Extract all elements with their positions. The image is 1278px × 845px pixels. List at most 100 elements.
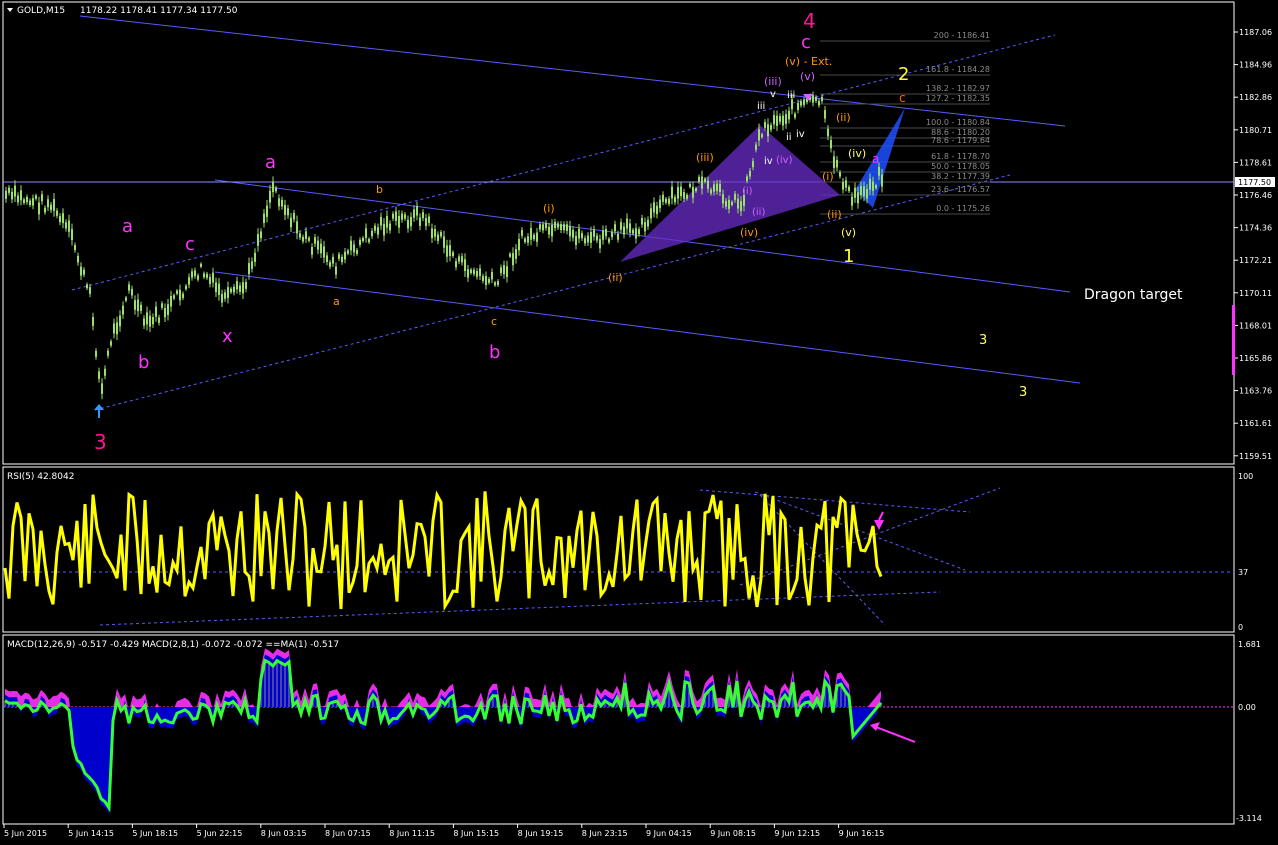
price-tick-label: 1168.01 bbox=[1239, 321, 1272, 330]
price-tick-label: 1172.21 bbox=[1239, 256, 1272, 265]
dragon-target-label: Dragon target bbox=[1084, 287, 1183, 303]
fib-level-label: 0.0 - 1175.26 bbox=[936, 204, 990, 213]
mt4-chart-window[interactable]: GOLD,M15 1178.22 1178.41 1177.34 1177.50… bbox=[0, 0, 1278, 841]
iv1-label: (iv) bbox=[740, 226, 758, 239]
time-axis: 5 Jun 2015 5 Jun 14:15 5 Jun 18:15 5 Jun 22… bbox=[3, 824, 885, 838]
price-tick-label: 1178.61 bbox=[1239, 158, 1272, 167]
macd-signal-area bbox=[5, 648, 881, 796]
wave-3-low-label: 3 bbox=[94, 430, 107, 454]
purple-harmonic-triangle bbox=[620, 125, 840, 262]
small-a-label: a bbox=[333, 295, 340, 308]
a-blue-label: a bbox=[872, 152, 879, 166]
time-tick-label: 9 Jun 04:15 bbox=[646, 829, 692, 838]
macd-arrow-icon bbox=[870, 722, 880, 731]
wave-4-label: 4 bbox=[803, 9, 816, 33]
fib-level-label: 38.2 - 1177.39 bbox=[931, 172, 990, 181]
wave-c-top-label: c bbox=[801, 32, 811, 53]
wave-1-label: 1 bbox=[843, 246, 854, 267]
fib-level-label: 61.8 - 1178.70 bbox=[931, 152, 990, 161]
i2-label: (i) bbox=[822, 170, 834, 183]
price-tick-label: 1180.71 bbox=[1239, 126, 1272, 135]
macd-panel[interactable] bbox=[2, 634, 1235, 825]
menu-triangle-icon[interactable] bbox=[7, 8, 13, 12]
fib-level-label: 127.2 - 1182.35 bbox=[926, 94, 990, 103]
symbol-label: GOLD,M15 bbox=[17, 6, 65, 16]
time-tick-label: 8 Jun 15:15 bbox=[453, 829, 499, 838]
price-tick-label: 1182.86 bbox=[1239, 93, 1272, 102]
wave-c1-label: c bbox=[185, 234, 195, 255]
ii-r-label: ii bbox=[786, 132, 792, 143]
fib-level-label: 50.0 - 1178.05 bbox=[931, 162, 990, 171]
price-tick-label: 1163.76 bbox=[1239, 387, 1272, 396]
fib-level-label: 200 - 1186.41 bbox=[934, 31, 990, 40]
ii-small-label: (ii) bbox=[752, 207, 765, 218]
time-tick-label: 9 Jun 12:15 bbox=[774, 829, 820, 838]
rsi-axis-100: 100 bbox=[1238, 472, 1253, 481]
wave-a1-label: a bbox=[122, 216, 133, 237]
time-tick-label: 8 Jun 11:15 bbox=[389, 829, 435, 838]
iv-small-label: iv bbox=[764, 156, 773, 167]
time-tick-label: 8 Jun 23:15 bbox=[582, 829, 628, 838]
macd-axis-zero: 0.00 bbox=[1238, 703, 1256, 712]
fib-level-label: 138.2 - 1182.97 bbox=[926, 84, 990, 93]
v1-label: (v) bbox=[841, 226, 856, 239]
rsi-title: RSI(5) 42.8042 bbox=[7, 472, 74, 482]
price-tick-label: 1174.36 bbox=[1239, 224, 1272, 233]
iii-small-label: iii bbox=[757, 101, 765, 112]
rsi-axis-37: 37 bbox=[1238, 568, 1248, 577]
price-tick-label: 1170.11 bbox=[1239, 289, 1272, 298]
fib-level-label: 161.8 - 1184.28 bbox=[926, 65, 990, 74]
time-tick-label: 5 Jun 14:15 bbox=[68, 829, 114, 838]
trend-channels bbox=[3, 15, 1234, 411]
time-tick-label: 9 Jun 08:15 bbox=[710, 829, 756, 838]
time-tick-label: 8 Jun 19:15 bbox=[518, 829, 564, 838]
wave-2-label: 2 bbox=[898, 64, 909, 85]
fib-level-label: 23.6 - 1176.57 bbox=[931, 185, 990, 194]
i-small-label: (i) bbox=[742, 186, 753, 197]
fib-level-label: 78.6 - 1179.64 bbox=[931, 136, 990, 145]
v-top-label: (v) bbox=[800, 70, 815, 83]
ohlc-readout: 1178.22 1178.41 1177.34 1177.50 bbox=[80, 6, 238, 16]
rsi-arrow-icon bbox=[874, 520, 884, 530]
scroll-marker[interactable] bbox=[1232, 305, 1235, 375]
rsi-line bbox=[3, 490, 883, 612]
iv2-label: (iv) bbox=[848, 147, 866, 160]
wave-b2-label: b bbox=[489, 342, 500, 363]
small-b-label: b bbox=[376, 183, 383, 196]
v-small-label: v bbox=[770, 89, 776, 100]
macd-title: MACD(12,26,9) -0.517 -0.429 MACD(2,8,1) … bbox=[7, 640, 339, 650]
ii2-label: (ii) bbox=[836, 111, 851, 124]
iii-top-label: (iii) bbox=[764, 75, 782, 88]
macd-area bbox=[5, 654, 881, 814]
iii1-label: (iii) bbox=[696, 151, 714, 164]
iii-r-label: iii bbox=[787, 90, 795, 101]
price-tick-label: 1161.61 bbox=[1239, 419, 1272, 428]
three-a-label: 3 bbox=[979, 333, 987, 348]
price-tick-label: 1176.46 bbox=[1239, 191, 1272, 200]
small-c-label: c bbox=[491, 315, 497, 328]
macd-axis-bottom: -3.114 bbox=[1236, 814, 1262, 823]
price-tick-label: 1159.51 bbox=[1239, 452, 1272, 461]
i1-label: (i) bbox=[543, 202, 555, 215]
rsi-axis-0: 0 bbox=[1238, 623, 1243, 632]
iv-purple-label: (iv) bbox=[776, 155, 793, 166]
wave-a2-label: a bbox=[265, 152, 276, 173]
ii1-label: (ii) bbox=[608, 271, 623, 284]
time-tick-label: 8 Jun 03:15 bbox=[261, 829, 307, 838]
time-tick-label: 5 Jun 2015 bbox=[4, 829, 47, 838]
price-axis: 1187.06 1184.96 1182.86 1180.71 1178.61 1176.… bbox=[1234, 28, 1272, 461]
current-price-label: 1177.50 bbox=[1238, 178, 1271, 187]
time-tick-label: 5 Jun 18:15 bbox=[132, 829, 178, 838]
time-tick-label: 5 Jun 22:15 bbox=[197, 829, 243, 838]
low-arrow-icon bbox=[94, 404, 104, 410]
c-orange-label: c bbox=[899, 91, 906, 105]
iv-r-label: iv bbox=[796, 129, 805, 140]
wave-x-label: x bbox=[222, 326, 233, 347]
ii3-label: (ii) bbox=[827, 208, 842, 221]
price-tick-label: 1184.96 bbox=[1239, 61, 1272, 70]
time-tick-label: 8 Jun 07:15 bbox=[325, 829, 371, 838]
three-b-label: 3 bbox=[1019, 385, 1027, 400]
time-tick-label: 9 Jun 16:15 bbox=[839, 829, 885, 838]
fib-level-label: 100.0 - 1180.84 bbox=[926, 118, 990, 127]
macd-axis-top: 1.681 bbox=[1238, 640, 1261, 649]
